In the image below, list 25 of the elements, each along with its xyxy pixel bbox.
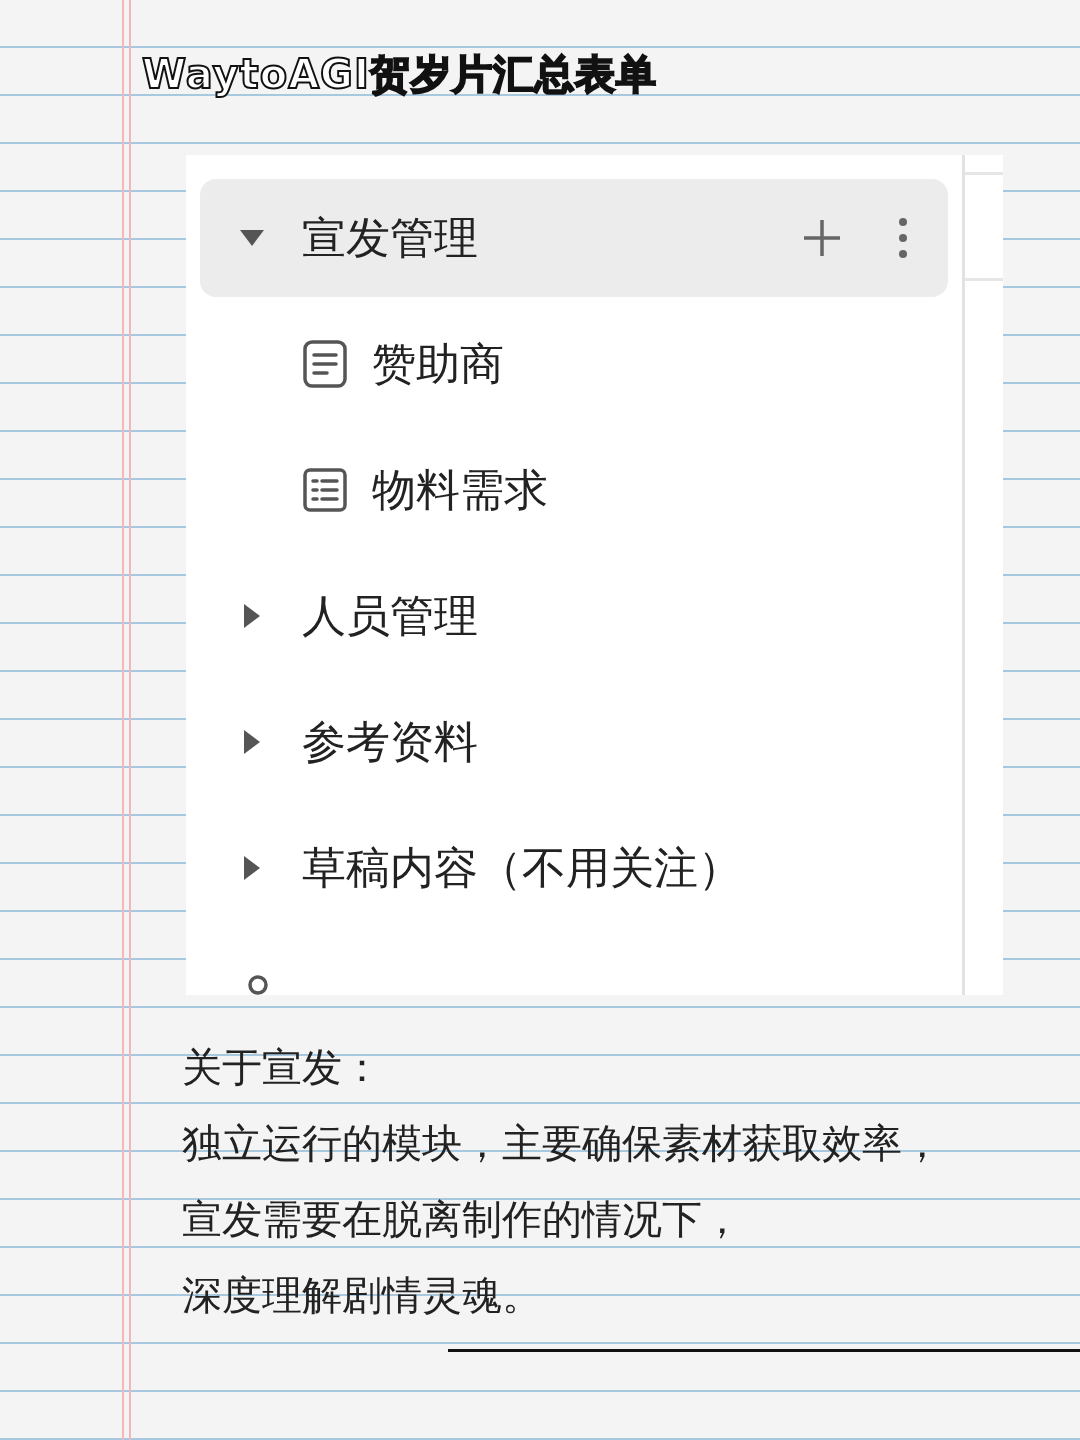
caret-down-icon[interactable] [239, 229, 265, 247]
caret-right-icon[interactable] [243, 855, 261, 881]
item-label: 草稿内容（不用关注） [302, 841, 742, 895]
tree-item[interactable]: 人员管理 [200, 557, 948, 675]
caption-line: 独立运行的模块，主要确保素材获取效率， [182, 1119, 943, 1168]
tree-item[interactable]: 赞助商 [200, 305, 948, 423]
caption-line: 深度理解剧情灵魂。 [182, 1271, 543, 1320]
item-label: 人员管理 [302, 589, 478, 643]
document-icon [302, 339, 348, 389]
more-icon[interactable] [898, 217, 908, 259]
tree-item[interactable]: 宣发管理 [200, 179, 948, 297]
item-label: 宣发管理 [302, 211, 478, 265]
caption-line: 宣发需要在脱离制作的情况下， [182, 1195, 743, 1244]
add-icon[interactable] [802, 218, 842, 258]
tree-item[interactable]: 物料需求 [200, 431, 948, 549]
tree-item[interactable]: 草稿内容（不用关注） [200, 809, 948, 927]
caret-right-icon[interactable] [243, 603, 261, 629]
item-label: 参考资料 [302, 715, 478, 769]
page-title: WaytoAGI贺岁片汇总表单 [142, 51, 657, 97]
caret-right-icon[interactable] [243, 729, 261, 755]
item-label: 物料需求 [372, 463, 548, 517]
tree-item[interactable]: 参考资料 [200, 683, 948, 801]
caption-heading: 关于宣发： [182, 1043, 383, 1092]
list-icon [302, 467, 348, 513]
item-label: 赞助商 [372, 337, 504, 391]
